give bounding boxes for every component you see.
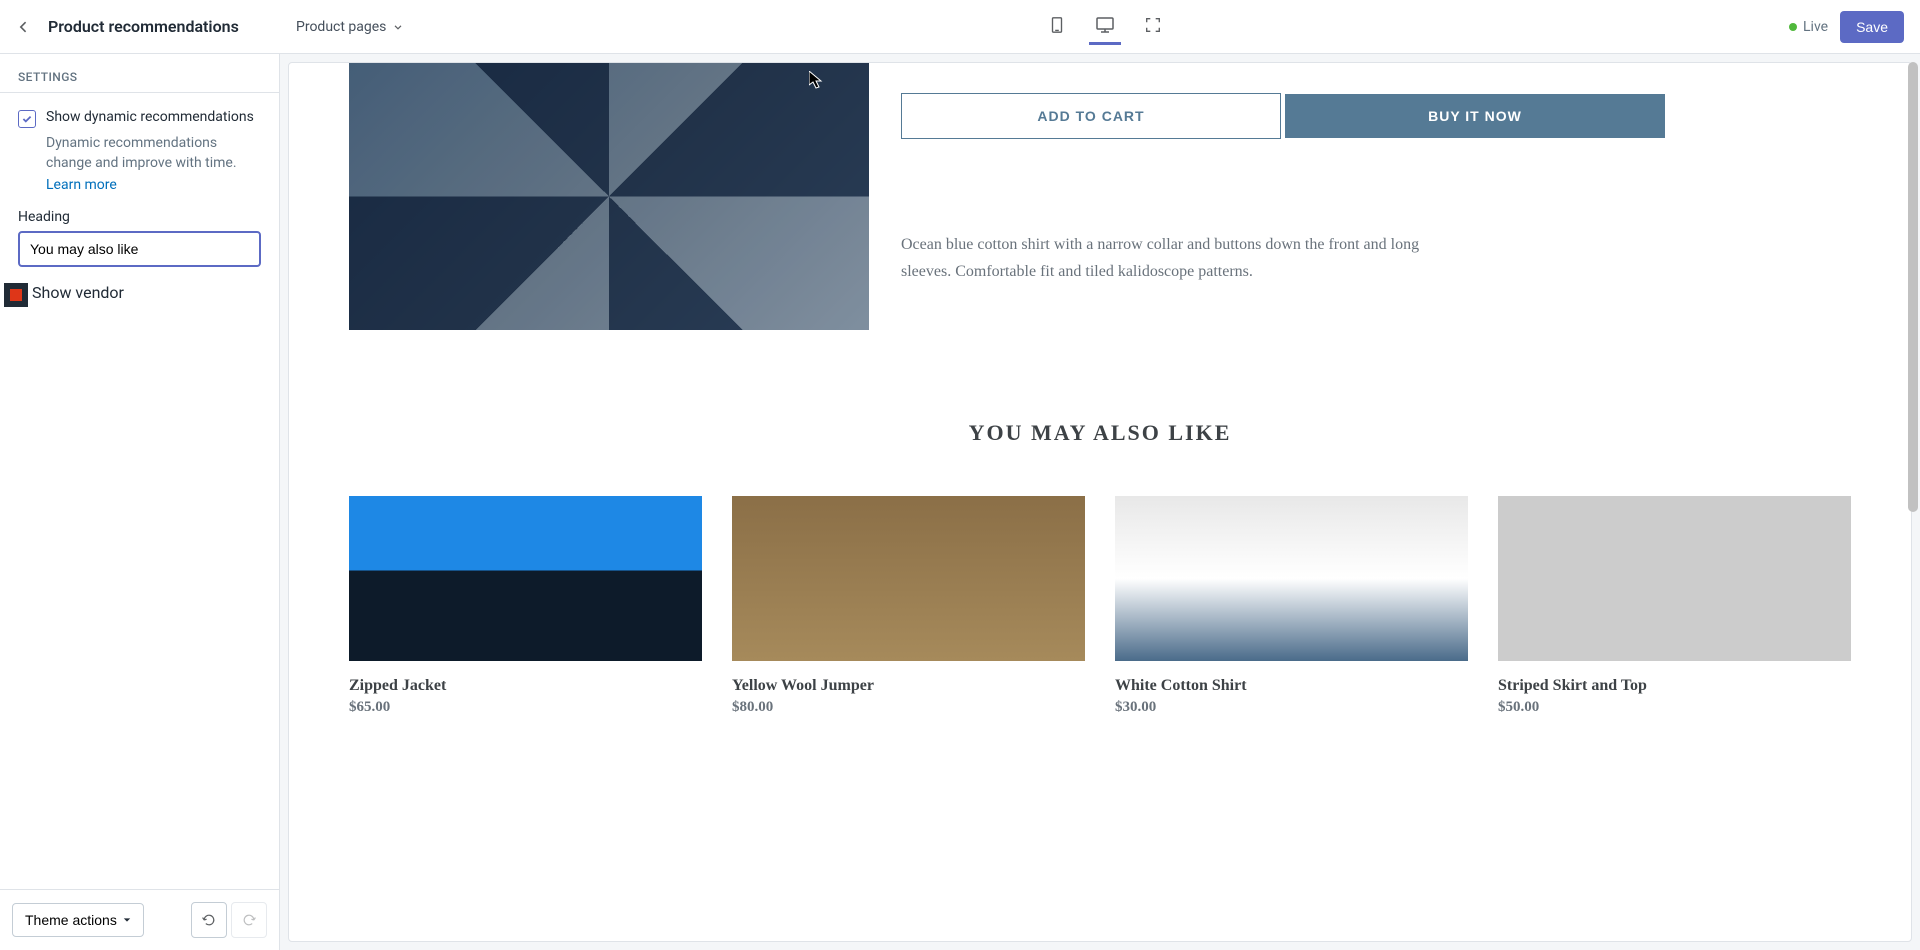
shirt-pattern bbox=[349, 63, 869, 330]
show-vendor-label: Show vendor bbox=[32, 283, 124, 302]
heading-setting: Heading Show vendor bbox=[0, 209, 279, 318]
settings-header: SETTINGS bbox=[0, 54, 279, 93]
chevron-left-icon bbox=[16, 19, 32, 35]
mobile-icon bbox=[1048, 16, 1066, 34]
preview-frame[interactable]: ADD TO CART BUY IT NOW Ocean blue cotton… bbox=[288, 62, 1912, 942]
undo-redo-group bbox=[191, 902, 267, 938]
rec-price: $80.00 bbox=[732, 699, 1085, 716]
main: SETTINGS Show dynamic recommendations Dy… bbox=[0, 54, 1920, 950]
save-button[interactable]: Save bbox=[1840, 11, 1904, 43]
add-to-cart-button[interactable]: ADD TO CART bbox=[901, 93, 1281, 139]
topbar: Product recommendations Product pages Li… bbox=[0, 0, 1920, 54]
fullscreen-view-button[interactable] bbox=[1137, 9, 1169, 45]
theme-actions-button[interactable]: Theme actions bbox=[12, 903, 144, 937]
rec-title: Zipped Jacket bbox=[349, 677, 702, 695]
product-image[interactable] bbox=[349, 63, 869, 330]
scrollbar-thumb[interactable] bbox=[1908, 62, 1918, 512]
recommendations-heading: YOU MAY ALSO LIKE bbox=[349, 420, 1851, 446]
live-dot-icon bbox=[1789, 23, 1797, 31]
template-selector[interactable]: Product pages bbox=[280, 19, 420, 35]
preview-area: ADD TO CART BUY IT NOW Ocean blue cotton… bbox=[280, 54, 1920, 950]
rec-image bbox=[732, 496, 1085, 661]
rec-card[interactable]: Yellow Wool Jumper $80.00 bbox=[732, 496, 1085, 716]
dynamic-recs-checkbox[interactable] bbox=[18, 110, 36, 128]
learn-more-link[interactable]: Learn more bbox=[46, 177, 261, 193]
check-icon bbox=[21, 113, 33, 125]
mobile-view-button[interactable] bbox=[1041, 9, 1073, 45]
dynamic-recs-label: Show dynamic recommendations bbox=[46, 109, 254, 125]
rec-card[interactable]: Zipped Jacket $65.00 bbox=[349, 496, 702, 716]
rec-card[interactable]: Striped Skirt and Top $50.00 bbox=[1498, 496, 1851, 716]
rec-image bbox=[349, 496, 702, 661]
topbar-right: Live Save bbox=[1789, 11, 1920, 43]
undo-icon bbox=[201, 912, 217, 928]
redo-icon bbox=[241, 912, 257, 928]
caret-down-icon bbox=[123, 916, 131, 924]
viewport-switcher bbox=[420, 9, 1789, 45]
desktop-icon bbox=[1095, 15, 1115, 35]
template-label: Product pages bbox=[296, 19, 386, 35]
rec-title: Yellow Wool Jumper bbox=[732, 677, 1085, 695]
topbar-left: Product recommendations bbox=[0, 11, 280, 43]
chevron-down-icon bbox=[392, 21, 404, 33]
buy-now-button[interactable]: BUY IT NOW bbox=[1285, 94, 1665, 138]
redo-button[interactable] bbox=[231, 902, 267, 938]
heading-field-label: Heading bbox=[18, 209, 261, 225]
expand-icon bbox=[1144, 16, 1162, 34]
product-description: Ocean blue cotton shirt with a narrow co… bbox=[901, 231, 1421, 285]
rec-price: $65.00 bbox=[349, 699, 702, 716]
heading-input[interactable] bbox=[18, 231, 261, 267]
rec-title: White Cotton Shirt bbox=[1115, 677, 1468, 695]
recording-indicator-icon bbox=[4, 283, 28, 307]
sidebar-footer: Theme actions bbox=[0, 889, 279, 950]
rec-title: Striped Skirt and Top bbox=[1498, 677, 1851, 695]
product-info: ADD TO CART BUY IT NOW Ocean blue cotton… bbox=[901, 63, 1851, 285]
sidebar: SETTINGS Show dynamic recommendations Dy… bbox=[0, 54, 280, 950]
recommendations-grid: Zipped Jacket $65.00 Yellow Wool Jumper … bbox=[349, 496, 1851, 716]
rec-price: $30.00 bbox=[1115, 699, 1468, 716]
show-vendor-row: Show vendor bbox=[18, 283, 261, 302]
undo-button[interactable] bbox=[191, 902, 227, 938]
preview-content: ADD TO CART BUY IT NOW Ocean blue cotton… bbox=[289, 63, 1911, 756]
dynamic-recs-setting: Show dynamic recommendations Dynamic rec… bbox=[0, 93, 279, 209]
product-main-section: ADD TO CART BUY IT NOW Ocean blue cotton… bbox=[349, 63, 1851, 330]
live-badge: Live bbox=[1789, 19, 1828, 35]
page-title: Product recommendations bbox=[48, 17, 239, 36]
theme-actions-label: Theme actions bbox=[25, 912, 117, 928]
dynamic-recs-row: Show dynamic recommendations bbox=[18, 109, 261, 128]
rec-card[interactable]: White Cotton Shirt $30.00 bbox=[1115, 496, 1468, 716]
desktop-view-button[interactable] bbox=[1089, 9, 1121, 45]
sidebar-content: SETTINGS Show dynamic recommendations Dy… bbox=[0, 54, 279, 889]
dynamic-recs-desc: Dynamic recommendations change and impro… bbox=[46, 134, 261, 173]
live-label: Live bbox=[1803, 19, 1828, 35]
rec-image bbox=[1115, 496, 1468, 661]
scrollbar-track bbox=[1906, 62, 1920, 942]
rec-price: $50.00 bbox=[1498, 699, 1851, 716]
rec-image bbox=[1498, 496, 1851, 661]
back-button[interactable] bbox=[8, 11, 40, 43]
